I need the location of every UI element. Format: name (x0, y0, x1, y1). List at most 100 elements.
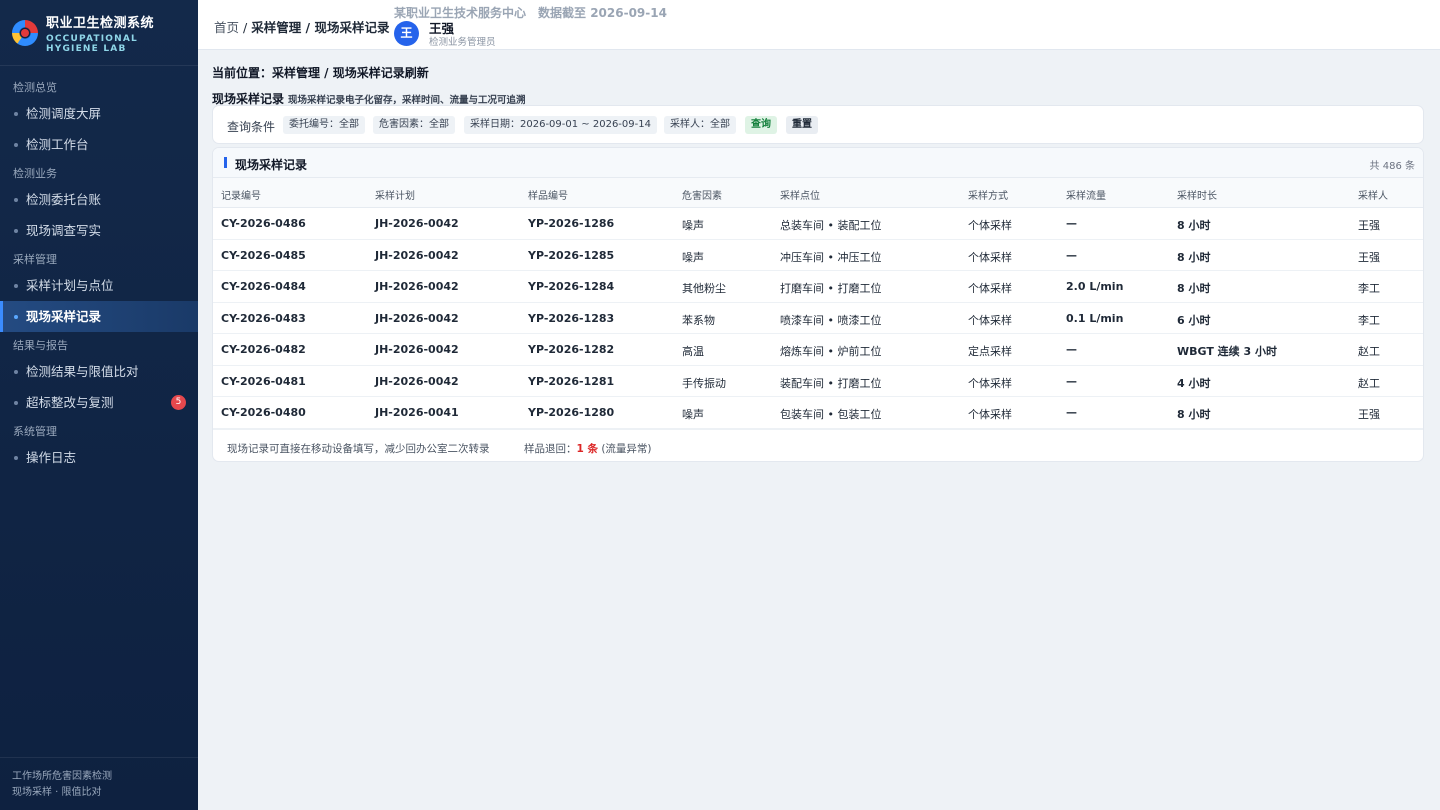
breadcrumb: 首页 / 采样管理 / 现场采样记录 (214, 17, 389, 36)
return-count[interactable]: 1 条 (577, 443, 598, 455)
column-header[interactable]: 危害因素 (682, 187, 722, 202)
footer-note: 现场记录可直接在移动设备填写，减少回办公室二次转录 (227, 443, 490, 455)
sidebar-item-dispatch-dashboard[interactable]: 检测调度大屏 (0, 98, 198, 129)
record-id-cell: CY-2026-0480 (221, 406, 306, 419)
sidebar-item-operation-log[interactable]: 操作日志 (0, 442, 198, 473)
table-row[interactable]: CY-2026-0481 JH-2026-0042 YP-2026-1281 手传振动… (213, 365, 1423, 397)
sidebar-nav: 检测总览 检测调度大屏 检测工作台 检测业务 检测委托台账 现场调查写实 采样管… (0, 66, 198, 473)
duration-cell: 8 小时 (1177, 250, 1211, 264)
filter-bar: 查询条件 委托编号：全部 危害因素：全部 采样日期：2026-09-01 ~ 2… (212, 105, 1424, 144)
app-logo-icon (12, 19, 38, 46)
filter-sampling-date[interactable]: 采样日期：2026-09-01 ~ 2026-09-14 (464, 116, 657, 134)
flow-cell: — (1066, 374, 1077, 388)
table-row[interactable]: CY-2026-0483 JH-2026-0042 YP-2026-1283 苯系物 喷… (213, 302, 1423, 334)
location-cell: 打磨车间 • 打磨工位 (780, 282, 882, 295)
location-cell: 包装车间 • 包装工位 (780, 408, 882, 421)
flow-cell: — (1066, 248, 1077, 262)
sidebar-item-label: 超标整改与复测 (26, 395, 114, 410)
record-id-cell: CY-2026-0482 (221, 343, 306, 356)
column-header[interactable]: 采样方式 (968, 187, 1008, 202)
sidebar-item-commission-ledger[interactable]: 检测委托台账 (0, 184, 198, 215)
column-header[interactable]: 样品编号 (528, 187, 568, 202)
breadcrumb-current: 采样管理 / 现场采样记录 (251, 20, 390, 35)
reset-button[interactable]: 重置 (786, 116, 818, 134)
sample-id-cell: YP-2026-1286 (528, 217, 615, 230)
method-cell: 个体采样 (968, 282, 1012, 295)
sidebar-item-sampling-plan[interactable]: 采样计划与点位 (0, 270, 198, 301)
hazard-cell: 噪声 (682, 219, 704, 232)
avatar[interactable]: 王 (394, 21, 419, 46)
flow-cell: 2.0 L/min (1066, 280, 1124, 293)
hazard-cell: 噪声 (682, 250, 704, 264)
hazard-cell: 手传振动 (682, 376, 726, 390)
hazard-cell: 噪声 (682, 408, 704, 421)
table-header-bar: 现场采样记录 共 486 条 (213, 148, 1423, 178)
location-cell: 总装车间 • 装配工位 (780, 219, 882, 232)
query-button[interactable]: 查询 (745, 116, 777, 134)
column-header[interactable]: 采样人 (1358, 187, 1388, 202)
sampler-cell: 王强 (1358, 219, 1380, 232)
record-id-cell: CY-2026-0481 (221, 374, 306, 388)
return-reason: (流量异常) (601, 443, 652, 455)
flow-cell: 0.1 L/min (1066, 311, 1124, 325)
flow-cell: — (1066, 406, 1077, 419)
column-header[interactable]: 采样时长 (1177, 187, 1217, 202)
sidebar-item-result-comparison[interactable]: 检测结果与限值比对 (0, 356, 198, 387)
nav-group-system: 系统管理 (13, 425, 57, 438)
plan-cell: JH-2026-0042 (375, 343, 459, 356)
table-row[interactable]: CY-2026-0480 JH-2026-0041 YP-2026-1280 噪声 包装… (213, 397, 1423, 429)
sampler-cell: 王强 (1358, 250, 1380, 264)
method-cell: 个体采样 (968, 376, 1012, 390)
filter-sampler[interactable]: 采样人：全部 (664, 116, 736, 134)
column-header[interactable]: 采样流量 (1066, 187, 1106, 202)
filter-hazard-factor[interactable]: 危害因素：全部 (373, 116, 455, 134)
current-location: 当前位置：采样管理 / 现场采样记录刷新 (212, 66, 429, 80)
title-accent-bar (224, 157, 227, 168)
nav-group-overview: 检测总览 (13, 81, 57, 94)
org-name: 某职业卫生技术服务中心 (394, 6, 527, 20)
duration-cell: 8 小时 (1177, 219, 1211, 232)
sidebar-item-workbench[interactable]: 检测工作台 (0, 129, 198, 160)
table-row[interactable]: CY-2026-0485 JH-2026-0042 YP-2026-1285 噪声 冲压… (213, 239, 1423, 271)
table-footer: 现场记录可直接在移动设备填写，减少回办公室二次转录 样品退回：1 条 (流量异常… (213, 429, 1423, 461)
user-role: 检测业务管理员 (429, 37, 496, 48)
method-cell: 个体采样 (968, 250, 1012, 264)
hazard-cell: 苯系物 (682, 313, 715, 327)
method-cell: 个体采样 (968, 408, 1012, 421)
notification-badge: 5 (171, 395, 186, 410)
table-row[interactable]: CY-2026-0482 JH-2026-0042 YP-2026-1282 高温 熔炼… (213, 334, 1423, 366)
record-id-cell: CY-2026-0486 (221, 217, 306, 230)
filter-commission-id[interactable]: 委托编号：全部 (283, 116, 365, 134)
column-header[interactable]: 采样点位 (780, 187, 820, 202)
sidebar: 职业卫生检测系统 OCCUPATIONAL HYGIENE LAB 检测总览 检… (0, 0, 198, 810)
column-header[interactable]: 记录编号 (221, 187, 261, 202)
sidebar-item-site-survey[interactable]: 现场调查写实 (0, 215, 198, 246)
brand: 职业卫生检测系统 OCCUPATIONAL HYGIENE LAB (0, 0, 198, 66)
sidebar-item-sampling-records[interactable]: 现场采样记录 (0, 301, 198, 332)
sidebar-footer-line2: 现场采样 · 限值比对 (12, 787, 102, 798)
nav-group-business: 检测业务 (13, 167, 57, 180)
table-row[interactable]: CY-2026-0484 JH-2026-0042 YP-2026-1284 其他粉尘… (213, 271, 1423, 303)
table-row[interactable]: CY-2026-0486 JH-2026-0042 YP-2026-1286 噪声 总装… (213, 208, 1423, 240)
location-cell: 喷漆车间 • 喷漆工位 (780, 313, 882, 327)
hazard-cell: 高温 (682, 345, 704, 358)
breadcrumb-home[interactable]: 首页 (214, 20, 239, 35)
sample-id-cell: YP-2026-1285 (528, 248, 615, 262)
record-id-cell: CY-2026-0484 (221, 280, 306, 293)
method-cell: 个体采样 (968, 219, 1012, 232)
sidebar-footer-line1: 工作场所危害因素检测 (12, 771, 112, 782)
flow-cell: — (1066, 217, 1077, 230)
return-label: 样品退回： (524, 443, 577, 455)
sampler-cell: 李工 (1358, 282, 1380, 295)
section-title-text: 现场采样记录 (212, 92, 285, 106)
record-count: 共 486 条 (1369, 161, 1415, 172)
column-header[interactable]: 采样计划 (375, 187, 415, 202)
plan-cell: JH-2026-0042 (375, 280, 459, 293)
sidebar-footer: 工作场所危害因素检测 现场采样 · 限值比对 (0, 757, 198, 810)
sidebar-item-rectification[interactable]: 超标整改与复测 5 (0, 387, 198, 418)
breadcrumb-separator: / (239, 20, 252, 35)
duration-cell: 8 小时 (1177, 408, 1211, 421)
records-table-card: 现场采样记录 共 486 条 记录编号 采样计划 样品编号 危害因素 采样点位 … (212, 147, 1424, 462)
sample-id-cell: YP-2026-1283 (528, 311, 615, 325)
record-id-cell: CY-2026-0485 (221, 248, 306, 262)
